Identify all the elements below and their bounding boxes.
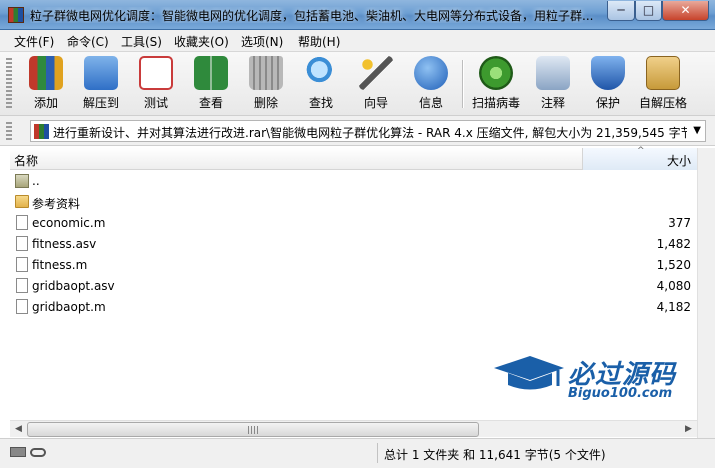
file-list-header: 名称 ^ 大小 xyxy=(10,146,697,170)
file-size: 377 xyxy=(668,216,691,230)
extract-to-button[interactable]: 解压到 xyxy=(75,54,127,114)
close-button[interactable]: ✕ xyxy=(662,1,709,21)
magnifier-icon xyxy=(304,56,338,90)
sfx-button[interactable]: 自解压格 xyxy=(637,54,689,114)
virus-scan-button[interactable]: 扫描病毒 xyxy=(470,54,522,114)
menu-tools[interactable]: 工具(S) xyxy=(121,33,162,49)
view-button[interactable]: 查看 xyxy=(185,54,237,114)
sfx-button-label: 自解压格 xyxy=(638,96,687,110)
status-summary: 总计 1 文件夹 和 11,641 字节(5 个文件) xyxy=(384,448,606,462)
checklist-icon xyxy=(139,56,173,90)
file-size: 4,080 xyxy=(656,279,691,293)
virus-scan-icon xyxy=(479,56,513,90)
file-name: fitness.m xyxy=(32,258,88,272)
menu-help[interactable]: 帮助(H) xyxy=(298,33,340,49)
trash-icon xyxy=(249,56,283,90)
list-item[interactable]: gridbaopt.m 4,182 xyxy=(10,297,697,318)
file-name: .. xyxy=(32,174,40,188)
minimize-button[interactable]: ─ xyxy=(607,1,635,21)
find-button[interactable]: 查找 xyxy=(295,54,347,114)
comment-button[interactable]: 注释 xyxy=(527,54,579,114)
folder-icon xyxy=(15,195,29,208)
graduation-cap-icon xyxy=(494,356,564,390)
file-icon xyxy=(16,236,28,251)
file-icon xyxy=(16,278,28,293)
scroll-left-icon[interactable]: ◀ xyxy=(10,421,27,438)
list-item[interactable]: fitness.m 1,520 xyxy=(10,255,697,276)
column-name-header[interactable]: 名称 xyxy=(14,152,38,169)
wizard-button[interactable]: 向导 xyxy=(350,54,402,114)
status-bar: 总计 1 文件夹 和 11,641 字节(5 个文件) xyxy=(0,438,715,468)
menu-commands[interactable]: 命令(C) xyxy=(67,33,109,49)
menu-options[interactable]: 选项(N) xyxy=(241,33,283,49)
file-name: 参考资料 xyxy=(32,197,81,211)
virus-scan-button-label: 扫描病毒 xyxy=(471,96,520,110)
file-icon xyxy=(16,257,28,272)
list-item[interactable]: gridbaopt.asv 4,080 xyxy=(10,276,697,297)
scrollbar-thumb[interactable] xyxy=(27,422,479,437)
status-icons xyxy=(10,447,50,459)
horizontal-scrollbar[interactable]: ◀ ▶ xyxy=(10,420,697,437)
column-size-label: 大小 xyxy=(666,154,691,168)
list-item[interactable]: 参考资料 xyxy=(10,192,697,213)
file-icon xyxy=(16,215,28,230)
file-name: gridbaopt.asv xyxy=(32,279,115,293)
column-size-header[interactable]: ^ 大小 xyxy=(582,146,697,170)
toolbar-separator xyxy=(462,60,463,108)
info-icon xyxy=(414,56,448,90)
rar-archive-icon xyxy=(34,124,49,139)
scrollbar-grip xyxy=(248,426,258,434)
title-bar: 粒子群微电网优化调度：智能微电网的优化调度，包括蓄电池、柴油机、大电网等分布式设… xyxy=(0,0,715,30)
book-view-icon xyxy=(194,56,228,90)
address-bar: 进行重新设计、并对其算法进行改进.rar\智能微电网粒子群优化算法 - RAR … xyxy=(0,116,715,146)
address-path: 进行重新设计、并对其算法进行改进.rar\智能微电网粒子群优化算法 - RAR … xyxy=(53,126,687,140)
file-name: fitness.asv xyxy=(32,237,97,251)
address-grip[interactable] xyxy=(6,122,12,140)
toolbar-grip[interactable] xyxy=(6,58,12,110)
folder-extract-icon xyxy=(84,56,118,90)
window-title: 粒子群微电网优化调度：智能微电网的优化调度，包括蓄电池、柴油机、大电网等分布式设… xyxy=(30,9,594,23)
add-button[interactable]: 添加 xyxy=(20,54,72,114)
books-add-icon xyxy=(29,56,63,90)
file-size: 1,520 xyxy=(656,258,691,272)
menu-bar: 文件(F) 命令(C) 工具(S) 收藏夹(O) 选项(N) 帮助(H) xyxy=(0,30,715,52)
comment-icon xyxy=(536,56,570,90)
chevron-down-icon[interactable]: ▼ xyxy=(693,125,701,136)
parent-folder-icon xyxy=(15,174,29,188)
menu-file[interactable]: 文件(F) xyxy=(14,33,54,49)
file-size: 4,182 xyxy=(656,300,691,314)
list-item[interactable]: fitness.asv 1,482 xyxy=(10,234,697,255)
file-size: 1,482 xyxy=(656,237,691,251)
sfx-box-icon xyxy=(646,56,680,90)
protect-button[interactable]: 保护 xyxy=(582,54,634,114)
wand-icon xyxy=(359,56,393,90)
toolbar: 添加 解压到 测试 查看 删除 查找 向导 信息 扫描病毒 注释 保护 自解压格 xyxy=(0,52,715,116)
shield-icon xyxy=(591,56,625,90)
address-field[interactable]: 进行重新设计、并对其算法进行改进.rar\智能微电网粒子群优化算法 - RAR … xyxy=(30,120,706,142)
info-button[interactable]: 信息 xyxy=(405,54,457,114)
drive-icon[interactable] xyxy=(10,447,26,457)
status-divider xyxy=(377,443,378,463)
menu-favorites[interactable]: 收藏夹(O) xyxy=(174,33,229,49)
scroll-right-icon[interactable]: ▶ xyxy=(680,421,697,438)
info-button-label: 信息 xyxy=(418,96,443,110)
file-icon xyxy=(16,299,28,314)
key-icon[interactable] xyxy=(30,448,46,457)
list-item-parent[interactable]: .. xyxy=(10,171,697,192)
file-name: economic.m xyxy=(32,216,106,230)
sort-ascending-icon: ^ xyxy=(637,146,645,156)
maximize-button[interactable]: □ xyxy=(635,1,662,21)
watermark-logo: 必过源码 Biguo100.com xyxy=(492,352,692,408)
watermark-subtitle: Biguo100.com xyxy=(568,386,673,401)
winrar-app-icon xyxy=(8,7,24,23)
delete-button[interactable]: 删除 xyxy=(240,54,292,114)
list-item[interactable]: economic.m 377 xyxy=(10,213,697,234)
vertical-scroll-area[interactable] xyxy=(697,148,715,438)
test-button[interactable]: 测试 xyxy=(130,54,182,114)
file-name: gridbaopt.m xyxy=(32,300,106,314)
